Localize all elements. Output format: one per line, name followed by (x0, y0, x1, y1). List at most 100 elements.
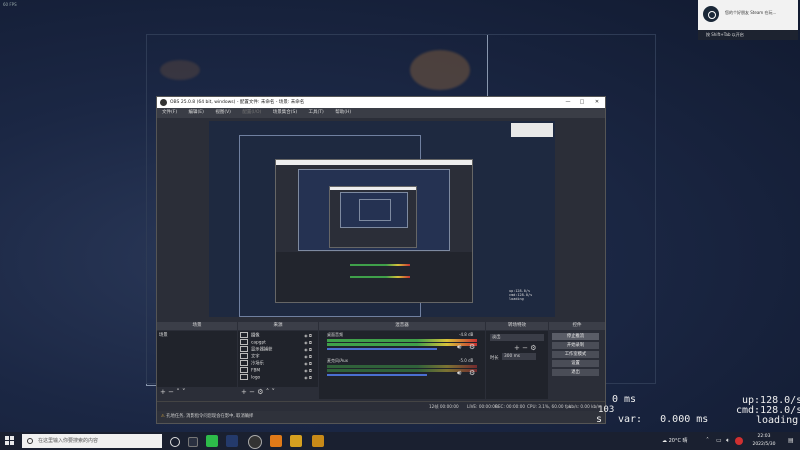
source-item[interactable]: 摄像 ◉ ◘ (240, 332, 316, 339)
notification-bar: ⚠ 孔地任务, 消影指令问您现会在影中, 取消确择 (157, 411, 605, 423)
monitor-icon (240, 346, 248, 352)
cloud-icon: ☁ (662, 438, 667, 444)
gear-icon[interactable]: ⚙ (469, 343, 475, 351)
source-item[interactable]: 文字 ◉ ◘ (240, 353, 316, 360)
menu-file[interactable]: 文件(F) (162, 110, 177, 115)
notification-icon[interactable]: ▤ (788, 437, 794, 444)
taskbar-clock[interactable]: 22:03 2022/5/30 (744, 433, 784, 449)
menu-edit[interactable]: 编辑(E) (189, 110, 204, 115)
preview-steam-notification (511, 123, 553, 137)
menu-tools[interactable]: 工具(T) (309, 110, 324, 115)
settings-button[interactable]: 设置 (552, 360, 599, 367)
audio-mixer: 桌面音频 -4.8 dB 🔊︎ ⚙ 麦克风/Aux -5.0 dB 🔊︎ ⚙ (319, 331, 485, 399)
tray-app-icon[interactable] (735, 437, 743, 445)
duration-input[interactable]: 300 ms (502, 353, 536, 360)
source-item[interactable]: 冷场乐 ◉ ◘ (240, 360, 316, 367)
text-icon (240, 353, 248, 359)
add-source-icon[interactable]: + (241, 388, 247, 396)
volume-slider[interactable] (327, 374, 427, 376)
steam-logo-icon (703, 6, 719, 22)
transition-toolbar: + − ⚙ (514, 344, 537, 352)
eye-icon[interactable]: ◉ ◘ (304, 353, 312, 360)
app-icon[interactable] (270, 435, 282, 447)
move-up-icon[interactable]: ˄ (176, 388, 180, 396)
app-icon[interactable] (312, 435, 324, 447)
exit-button[interactable]: 退出 (552, 369, 599, 376)
preview-canvas[interactable]: up:128.0/s cmd:128.0/s loading (209, 121, 555, 317)
remove-source-icon[interactable]: − (249, 388, 255, 396)
clock-date: 2022/5/30 (752, 442, 776, 447)
eye-icon[interactable]: ◉ ◘ (304, 367, 312, 374)
maximize-button[interactable]: □ (575, 97, 589, 108)
source-item[interactable]: capgpt ◉ ◘ (240, 339, 316, 346)
remove-transition-icon[interactable]: − (522, 344, 528, 352)
sources-list[interactable]: 摄像 ◉ ◘ capgpt ◉ ◘ 显示器捕获 ◉ ◘ 文字 ◉ ◘ 冷场乐 ◉ ◘ FB… (238, 331, 318, 387)
multitask-icon[interactable] (188, 437, 198, 447)
app-icon[interactable] (226, 435, 238, 447)
taskbar-search-input[interactable]: 在这里输入你要搜索的内容 (22, 434, 162, 448)
wechat-icon[interactable] (206, 435, 218, 447)
transition-select[interactable]: 淡出 (490, 334, 544, 341)
menu-help[interactable]: 帮助(H) (335, 110, 351, 115)
eye-icon[interactable]: ◉ ◘ (304, 360, 312, 367)
map-glow (410, 50, 470, 90)
speaker-icon[interactable]: 🔊︎ (457, 369, 461, 378)
steam-notification-text: 您的个好朋友 Steam 在玩... (725, 10, 777, 15)
volume-meter (327, 365, 477, 368)
weather-text: 20°C 晴 (668, 438, 688, 444)
stop-streaming-button[interactable]: 停止推流 (552, 333, 599, 340)
obs-titlebar[interactable]: OBS 25.0.8 (64 bit, windows) - 配置文件: 未命名… (157, 97, 605, 108)
volume-slider[interactable] (327, 348, 437, 350)
steam-overlay-hint: 按 Shift+Tab 以开启 (698, 30, 798, 40)
menu-profile[interactable]: 配置(I/O) (242, 110, 261, 115)
speaker-icon[interactable]: 🔊︎ (457, 343, 461, 352)
start-recording-button[interactable]: 开始录制 (552, 342, 599, 349)
chevron-up-icon[interactable]: ˄ (706, 437, 709, 444)
stat-ms: 0 ms (612, 394, 637, 405)
eye-icon[interactable]: ◉ ◘ (304, 339, 312, 346)
studio-mode-button[interactable]: 工作室模式 (552, 351, 599, 358)
close-button[interactable]: ✕ (590, 97, 604, 108)
windows-start-icon[interactable] (5, 436, 15, 446)
add-transition-icon[interactable]: + (514, 344, 520, 352)
move-up-icon[interactable]: ˄ (266, 388, 270, 396)
source-item[interactable]: logo ◉ ◘ (240, 374, 316, 381)
gear-icon[interactable]: ⚙ (469, 369, 475, 377)
obs-icon[interactable] (248, 435, 262, 449)
nested-obs-window (275, 159, 473, 303)
remove-scene-icon[interactable]: − (168, 388, 174, 396)
image-icon (240, 367, 248, 373)
image-icon (240, 374, 248, 380)
mixer-channel-name: 麦克风/Aux (327, 358, 348, 363)
menu-bar: 文件(F) 编辑(E) 视图(V) 配置(I/O) 场景集合(S) 工具(T) … (157, 108, 605, 118)
move-down-icon[interactable]: ˅ (182, 388, 186, 396)
gear-icon[interactable]: ⚙ (257, 388, 263, 396)
stat-s: s (596, 414, 603, 425)
menu-scene-collection[interactable]: 场景集合(S) (273, 110, 297, 115)
add-scene-icon[interactable]: + (160, 388, 166, 396)
eye-icon[interactable]: ◉ ◘ (304, 374, 312, 381)
steam-notification[interactable]: 您的个好朋友 Steam 在玩... 按 Shift+Tab 以开启 (698, 0, 798, 40)
minimize-button[interactable]: — (561, 97, 575, 108)
eye-icon[interactable]: ◉ ◘ (304, 346, 312, 353)
stat-loading: loading (756, 415, 799, 426)
weather-widget[interactable]: ☁ 20°C 晴 (662, 437, 688, 444)
eye-icon[interactable]: ◉ ◘ (304, 332, 312, 339)
scene-item[interactable]: 场景 (159, 332, 168, 339)
app-icon[interactable] (290, 435, 302, 447)
nested-preview (298, 169, 450, 251)
menu-view[interactable]: 视图(V) (215, 110, 231, 115)
task-view-icon[interactable] (170, 437, 180, 447)
scenes-list[interactable]: 场景 (157, 331, 237, 387)
move-down-icon[interactable]: ˅ (271, 388, 275, 396)
scenes-dock-header: 场景 (157, 322, 237, 330)
gear-icon[interactable]: ⚙ (530, 344, 536, 352)
source-item[interactable]: FBM ◉ ◘ (240, 367, 316, 374)
scene-toolbar: + − ˄ ˅ (160, 388, 185, 396)
network-icon[interactable]: ▭ (716, 437, 722, 444)
camera-icon (240, 332, 248, 338)
obs-window: OBS 25.0.8 (64 bit, windows) - 配置文件: 未命名… (156, 96, 606, 424)
stat-var: var: 0.000 ms (618, 414, 709, 425)
volume-icon[interactable]: 🔉︎ (726, 437, 730, 445)
source-item[interactable]: 显示器捕获 ◉ ◘ (240, 346, 316, 353)
